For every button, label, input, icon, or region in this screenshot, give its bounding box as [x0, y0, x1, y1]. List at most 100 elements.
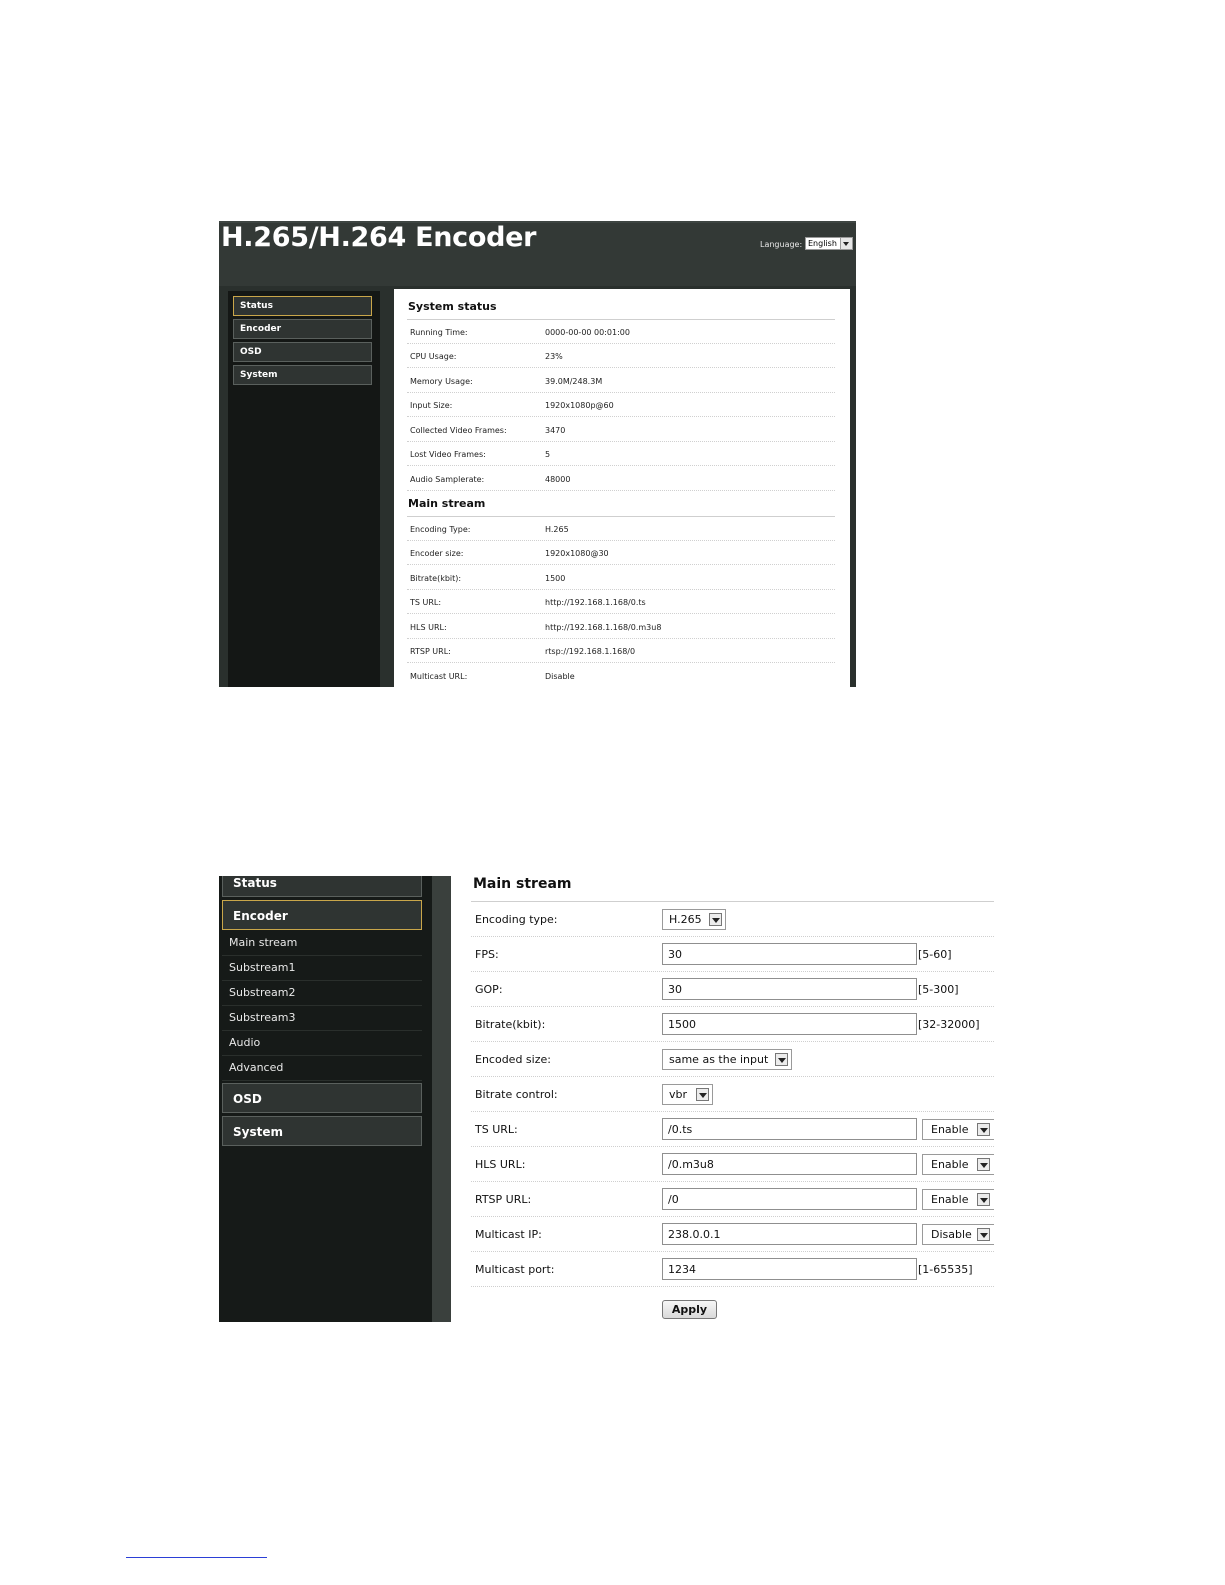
row-value: 39.0M/248.3M: [545, 377, 603, 386]
multicast-state-select[interactable]: Disable: [922, 1224, 994, 1245]
bitrate-input[interactable]: 1500: [662, 1013, 917, 1035]
rtsp-url-label: RTSP URL:: [475, 1193, 532, 1206]
nav-osd[interactable]: OSD: [233, 342, 372, 362]
row-value: Disable: [545, 672, 575, 681]
bitrate-label: Bitrate(kbit):: [475, 1018, 546, 1031]
hls-url-state-select[interactable]: Enable: [922, 1154, 994, 1175]
form-row-multicast-port: Multicast port: 1234 [1-65535]: [471, 1252, 994, 1287]
encoded-size-value: same as the input: [669, 1053, 769, 1066]
language-select[interactable]: English: [805, 237, 853, 250]
encoding-type-select[interactable]: H.265: [662, 909, 726, 930]
form-row-ts-url: TS URL: /0.ts Enable: [471, 1112, 994, 1147]
chevron-down-icon[interactable]: [775, 1053, 788, 1066]
row-key: HLS URL:: [410, 623, 447, 632]
ts-url-state-select[interactable]: Enable: [922, 1119, 994, 1140]
page-title: Main stream: [473, 876, 572, 892]
encoded-size-label: Encoded size:: [475, 1053, 551, 1066]
status-row: Collected Video Frames: 3470: [407, 418, 835, 442]
row-key: CPU Usage:: [410, 352, 457, 361]
row-key: Multicast URL:: [410, 672, 468, 681]
sidebar-item-substream1[interactable]: Substream1: [222, 957, 422, 981]
status-row: Running Time: 0000-00-00 00:01:00: [407, 320, 835, 344]
form-row-rtsp-url: RTSP URL: /0 Enable: [471, 1182, 994, 1217]
row-value: 23%: [545, 352, 563, 361]
row-key: Encoder size:: [410, 549, 464, 558]
gop-input[interactable]: 30: [662, 978, 917, 1000]
stream-row: RTSP URL: rtsp://192.168.1.168/0: [407, 639, 835, 663]
row-value: 1920x1080p@60: [545, 401, 614, 410]
stream-row: Multicast URL: Disable: [407, 664, 835, 687]
row-value: rtsp://192.168.1.168/0: [545, 647, 636, 656]
fps-label: FPS:: [475, 948, 499, 961]
row-key: RTSP URL:: [410, 647, 451, 656]
row-key: TS URL:: [410, 598, 442, 607]
apply-button[interactable]: Apply: [662, 1300, 717, 1319]
row-value: 3470: [545, 426, 566, 435]
fps-range: [5-60]: [918, 948, 952, 961]
chevron-down-icon[interactable]: [977, 1123, 990, 1136]
nav-system[interactable]: System: [222, 1116, 422, 1146]
nav-status[interactable]: Status: [233, 296, 372, 316]
fps-input[interactable]: 30: [662, 943, 917, 965]
ts-url-label: TS URL:: [475, 1123, 518, 1136]
multicast-port-range: [1-65535]: [918, 1263, 973, 1276]
section-title-main-stream: Main stream: [408, 497, 486, 510]
sidebar: Status Encoder Main stream Substream1 Su…: [219, 876, 432, 1322]
form-row-encoding-type: Encoding type: H.265: [471, 902, 994, 937]
rtsp-url-input[interactable]: /0: [662, 1188, 917, 1210]
chevron-down-icon[interactable]: [977, 1158, 990, 1171]
status-screenshot: H.265/H.264 Encoder Language: English St…: [219, 221, 856, 687]
rtsp-url-state-select[interactable]: Enable: [922, 1189, 994, 1210]
chevron-down-icon[interactable]: [977, 1228, 990, 1241]
nav-encoder[interactable]: Encoder: [233, 319, 372, 339]
sidebar-item-main-stream[interactable]: Main stream: [222, 932, 422, 956]
multicast-ip-input[interactable]: 238.0.0.1: [662, 1223, 917, 1245]
status-row: Input Size: 1920x1080p@60: [407, 393, 835, 417]
stream-row: TS URL: http://192.168.1.168/0.ts: [407, 590, 835, 614]
chevron-down-icon[interactable]: [709, 913, 722, 926]
chevron-down-icon[interactable]: [696, 1088, 709, 1101]
row-key: Collected Video Frames:: [410, 426, 507, 435]
row-value: 1500: [545, 574, 566, 583]
nav-osd[interactable]: OSD: [222, 1083, 422, 1113]
app-header: H.265/H.264 Encoder Language: English: [219, 221, 856, 286]
language-label: Language:: [760, 240, 803, 249]
sidebar-item-substream3[interactable]: Substream3: [222, 1007, 422, 1031]
bitrate-control-value: vbr: [669, 1088, 688, 1101]
ts-url-input[interactable]: /0.ts: [662, 1118, 917, 1140]
row-key: Running Time:: [410, 328, 468, 337]
hls-url-input[interactable]: /0.m3u8: [662, 1153, 917, 1175]
multicast-port-input[interactable]: 1234: [662, 1258, 917, 1280]
sidebar-item-substream2[interactable]: Substream2: [222, 982, 422, 1006]
form-row-fps: FPS: 30 [5-60]: [471, 937, 994, 972]
footer-divider: [126, 1557, 267, 1558]
bitrate-control-select[interactable]: vbr: [662, 1084, 713, 1105]
form-row-bitrate: Bitrate(kbit): 1500 [32-32000]: [471, 1007, 994, 1042]
gop-label: GOP:: [475, 983, 503, 996]
encoding-type-label: Encoding type:: [475, 913, 558, 926]
bitrate-range: [32-32000]: [918, 1018, 980, 1031]
gop-range: [5-300]: [918, 983, 959, 996]
form-row-bitrate-control: Bitrate control: vbr: [471, 1077, 994, 1112]
sidebar-item-advanced[interactable]: Advanced: [222, 1057, 422, 1081]
nav-encoder[interactable]: Encoder: [222, 900, 422, 930]
form-row-multicast-ip: Multicast IP: 238.0.0.1 Disable: [471, 1217, 994, 1252]
bitrate-control-label: Bitrate control:: [475, 1088, 558, 1101]
chevron-down-icon[interactable]: [977, 1193, 990, 1206]
encoding-type-value: H.265: [669, 913, 702, 926]
row-key: Bitrate(kbit):: [410, 574, 462, 583]
nav-status[interactable]: Status: [222, 876, 422, 897]
section-title-system-status: System status: [408, 300, 497, 313]
stream-row: HLS URL: http://192.168.1.168/0.m3u8: [407, 615, 835, 639]
encoded-size-select[interactable]: same as the input: [662, 1049, 792, 1070]
encoder-screenshot: Status Encoder Main stream Substream1 Su…: [219, 876, 994, 1322]
status-row: Audio Samplerate: 48000: [407, 467, 835, 491]
ts-url-state-value: Enable: [931, 1123, 969, 1136]
row-value: 5: [545, 450, 551, 459]
chevron-down-icon[interactable]: [840, 238, 852, 249]
stream-row: Encoding Type: H.265: [407, 517, 835, 541]
sidebar-item-audio[interactable]: Audio: [222, 1032, 422, 1056]
nav-system[interactable]: System: [233, 365, 372, 385]
row-value: 1920x1080@30: [545, 549, 609, 558]
stream-row: Bitrate(kbit): 1500: [407, 566, 835, 590]
